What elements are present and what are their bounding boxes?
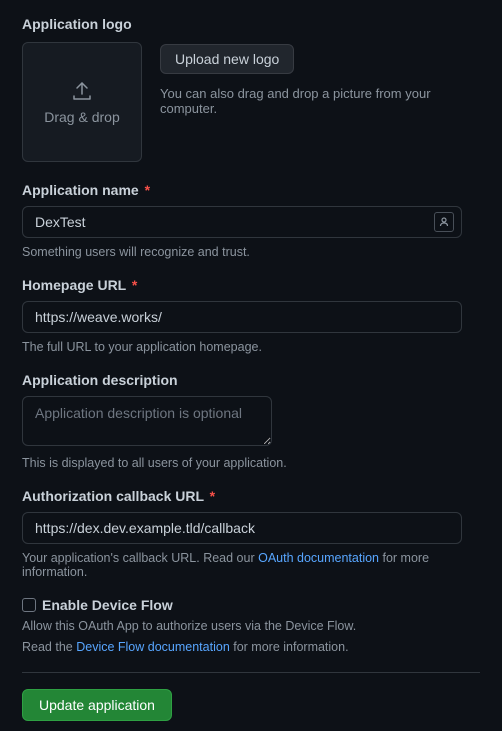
device-flow-label: Enable Device Flow [42,597,173,613]
device-flow-help-2: Read the Device Flow documentation for m… [22,640,480,654]
app-logo-heading: Application logo [22,16,480,32]
logo-right-column: Upload new logo You can also drag and dr… [160,42,480,162]
device-flow-help-prefix: Read the [22,640,76,654]
device-flow-checkbox[interactable] [22,598,36,612]
device-flow-group: Enable Device Flow Allow this OAuth App … [22,597,480,654]
callback-input[interactable] [22,512,462,544]
description-help: This is displayed to all users of your a… [22,456,480,470]
callback-group: Authorization callback URL * Your applic… [22,488,480,579]
callback-help-prefix: Your application's callback URL. Read ou… [22,551,258,565]
homepage-help: The full URL to your application homepag… [22,340,480,354]
upload-icon [70,79,94,103]
contact-card-icon[interactable] [434,212,454,232]
homepage-group: Homepage URL * The full URL to your appl… [22,277,480,354]
homepage-input[interactable] [22,301,462,333]
app-name-help: Something users will recognize and trust… [22,245,480,259]
logo-hint-text: You can also drag and drop a picture fro… [160,86,480,116]
oauth-docs-link[interactable]: OAuth documentation [258,551,379,565]
logo-row: Drag & drop Upload new logo You can also… [22,42,480,162]
app-name-label-text: Application name [22,182,139,198]
app-name-input-wrap [22,206,462,238]
app-name-group: Application name * Something users will … [22,182,480,259]
device-flow-checkbox-row: Enable Device Flow [22,597,480,613]
callback-label-text: Authorization callback URL [22,488,204,504]
required-asterisk: * [210,488,215,504]
callback-label: Authorization callback URL * [22,488,480,504]
required-asterisk: * [132,277,137,293]
description-textarea[interactable] [22,396,272,446]
device-flow-help-1: Allow this OAuth App to authorize users … [22,619,480,633]
required-asterisk: * [145,182,150,198]
update-application-button[interactable]: Update application [22,689,172,721]
callback-help: Your application's callback URL. Read ou… [22,551,480,579]
app-name-label: Application name * [22,182,480,198]
description-label: Application description [22,372,480,388]
form-divider [22,672,480,673]
device-flow-help-suffix: for more information. [230,640,349,654]
drop-zone-label: Drag & drop [44,109,119,125]
upload-logo-button[interactable]: Upload new logo [160,44,294,74]
logo-drop-zone[interactable]: Drag & drop [22,42,142,162]
app-name-input[interactable] [22,206,462,238]
description-group: Application description This is displaye… [22,372,480,470]
homepage-label: Homepage URL * [22,277,480,293]
device-flow-docs-link[interactable]: Device Flow documentation [76,640,230,654]
homepage-label-text: Homepage URL [22,277,126,293]
